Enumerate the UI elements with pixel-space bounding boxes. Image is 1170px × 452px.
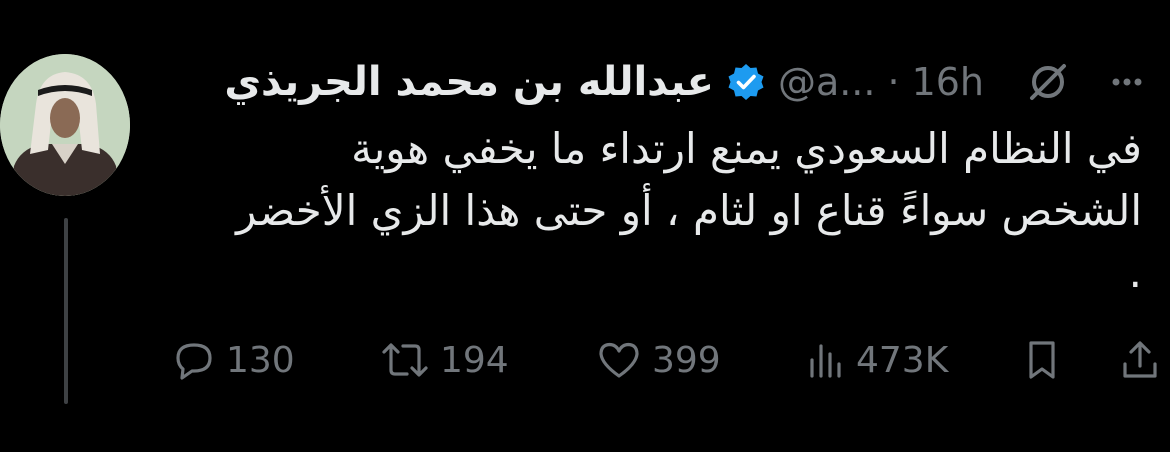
bookmark-button[interactable]: [1022, 330, 1062, 390]
more-icon[interactable]: [1112, 62, 1142, 102]
grok-icon[interactable]: [1026, 60, 1070, 104]
views-count: 473K: [856, 339, 949, 381]
reply-button[interactable]: 130: [172, 330, 295, 390]
tweet-text-line: .: [1128, 248, 1142, 297]
tweet: 16h · @a... عبدالله بن محمد الجريذي في ا…: [0, 0, 1170, 452]
like-button[interactable]: 399: [596, 330, 721, 390]
views-icon: [806, 338, 846, 382]
author-name[interactable]: عبدالله بن محمد الجريذي: [224, 59, 714, 105]
verified-badge-icon: [726, 62, 766, 102]
thread-line: [64, 218, 68, 404]
separator-dot: ·: [887, 60, 900, 104]
tweet-header: 16h · @a... عبدالله بن محمد الجريذي: [224, 52, 1142, 112]
tweet-text: في النظام السعودي يمنع ارتداء ما يخفي هو…: [162, 118, 1142, 304]
tweet-text-line: في النظام السعودي يمنع ارتداء ما يخفي هو…: [351, 124, 1142, 173]
action-bar: 130 194 399 473K: [170, 330, 1160, 390]
retweet-icon: [380, 338, 430, 382]
avatar[interactable]: [0, 54, 130, 196]
reply-icon: [172, 338, 216, 382]
retweet-count: 194: [440, 339, 509, 381]
share-icon: [1120, 338, 1160, 382]
views-button[interactable]: 473K: [806, 330, 948, 390]
tweet-text-line: الشخص سواءً قناع او لثام ، أو حتى هذا ال…: [236, 186, 1142, 235]
author-handle[interactable]: @a...: [778, 60, 876, 104]
like-count: 399: [652, 339, 721, 381]
heart-icon: [596, 338, 642, 382]
retweet-button[interactable]: 194: [380, 330, 509, 390]
share-button[interactable]: [1120, 330, 1160, 390]
bookmark-icon: [1022, 338, 1062, 382]
tweet-time[interactable]: 16h: [912, 60, 984, 104]
reply-count: 130: [226, 339, 295, 381]
